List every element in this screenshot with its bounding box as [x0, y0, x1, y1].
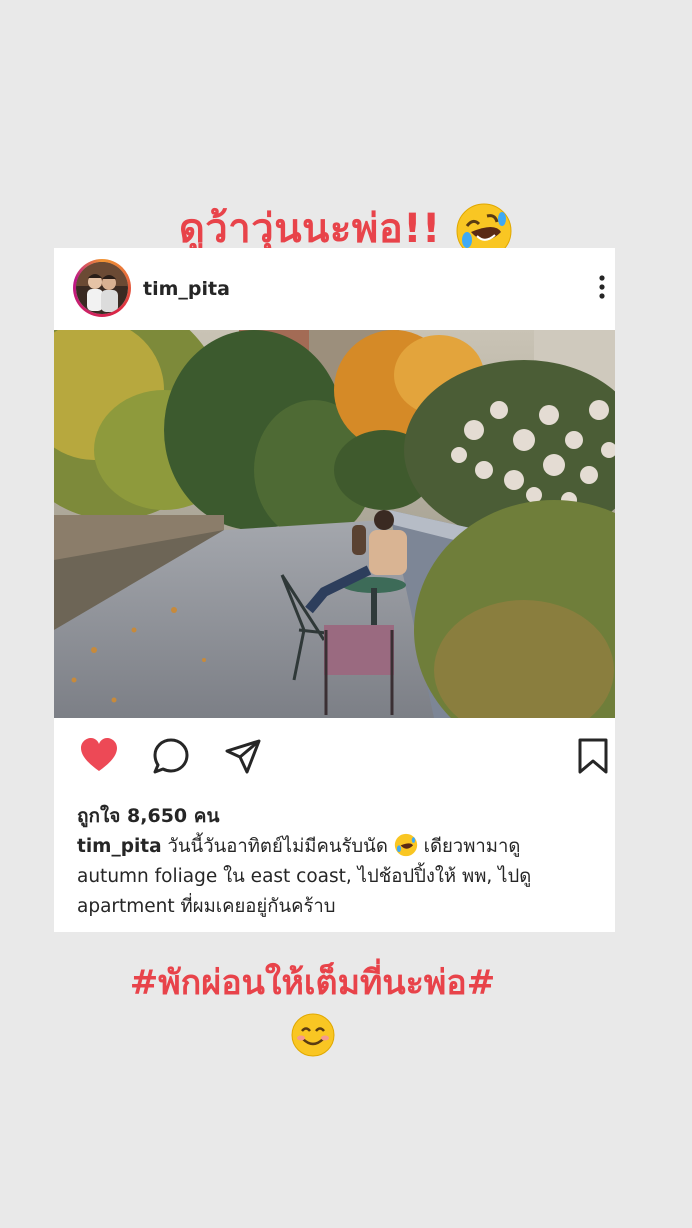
rolling-laughing-emoji-icon [394, 833, 417, 857]
post-photo[interactable] [54, 330, 615, 718]
avatar-image [76, 262, 128, 314]
story-bottom-caption: #พักผ่อนให้เต็มที่นะพ่อ# [129, 963, 496, 1003]
likes-count[interactable]: ถูกใจ 8,650 คน [77, 801, 219, 831]
post-username[interactable]: tim_pita [143, 278, 230, 300]
post-header: tim_pita [54, 248, 615, 330]
post-actions-bar [54, 718, 615, 796]
bookmark-icon[interactable] [573, 736, 613, 776]
heart-liked-icon[interactable] [79, 736, 119, 776]
caption-username[interactable]: tim_pita [77, 836, 162, 857]
post-caption: tim_pita วันนี้วันอาทิตย์ไม่มีคนรับนัด เ… [77, 832, 597, 922]
avatar [76, 262, 128, 314]
avatar-story-ring[interactable] [73, 259, 131, 317]
comment-icon[interactable] [151, 736, 191, 776]
share-send-icon[interactable] [223, 736, 263, 776]
instagram-post-card: tim_pita ถูกใจ 8,650 คน tim_pita วันนี้ว… [54, 248, 615, 932]
story-top-text: ดูว้าวุ่นนะพ่อ!! [178, 206, 441, 252]
caption-text-part1: วันนี้วันอาทิตย์ไม่มีคนรับนัด [167, 836, 388, 857]
more-options-icon[interactable] [587, 272, 615, 302]
smiling-face-emoji-icon [291, 1013, 335, 1057]
